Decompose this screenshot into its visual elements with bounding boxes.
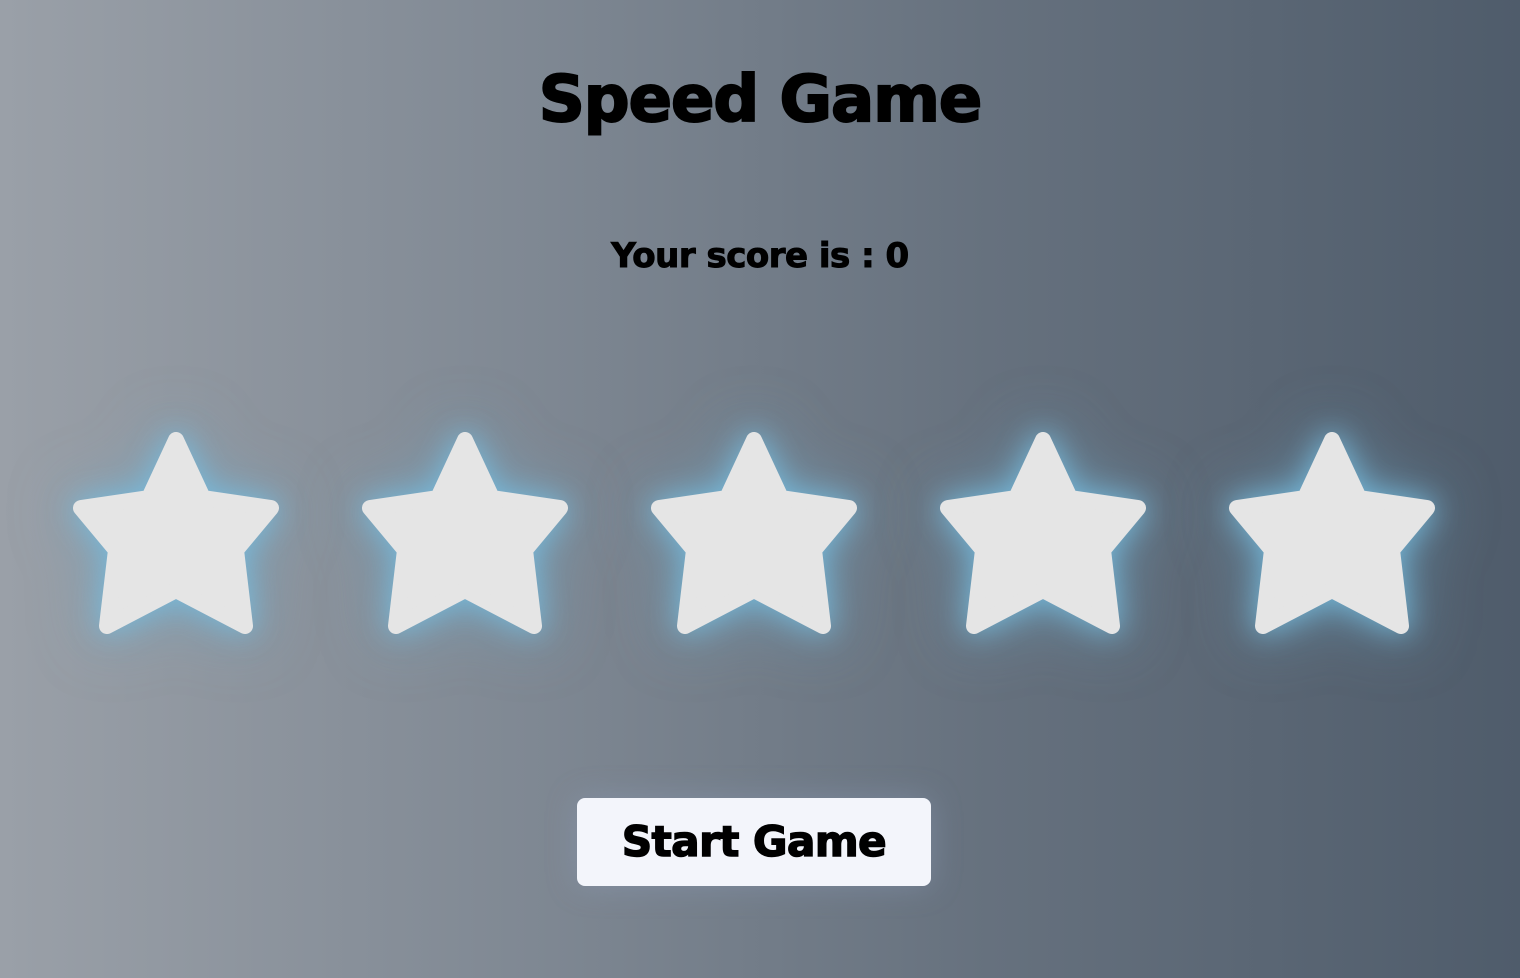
star-5[interactable] [1222, 430, 1442, 650]
game-screen: { "game": { "title": "Speed Game", "scor… [0, 0, 1520, 978]
star-2[interactable] [355, 430, 575, 650]
star-3[interactable] [644, 430, 864, 650]
star-icon [1229, 432, 1435, 634]
star-icon [940, 432, 1146, 634]
star-icon [651, 432, 857, 634]
star-4[interactable] [933, 430, 1153, 650]
star-row [0, 430, 1520, 650]
score-display: Your score is : 0 [611, 236, 910, 277]
star-1[interactable] [66, 430, 286, 650]
star-icon [73, 432, 279, 634]
game-title: Speed Game [538, 63, 984, 137]
start-game-button[interactable]: Start Game [577, 798, 931, 886]
star-icon [362, 432, 568, 634]
